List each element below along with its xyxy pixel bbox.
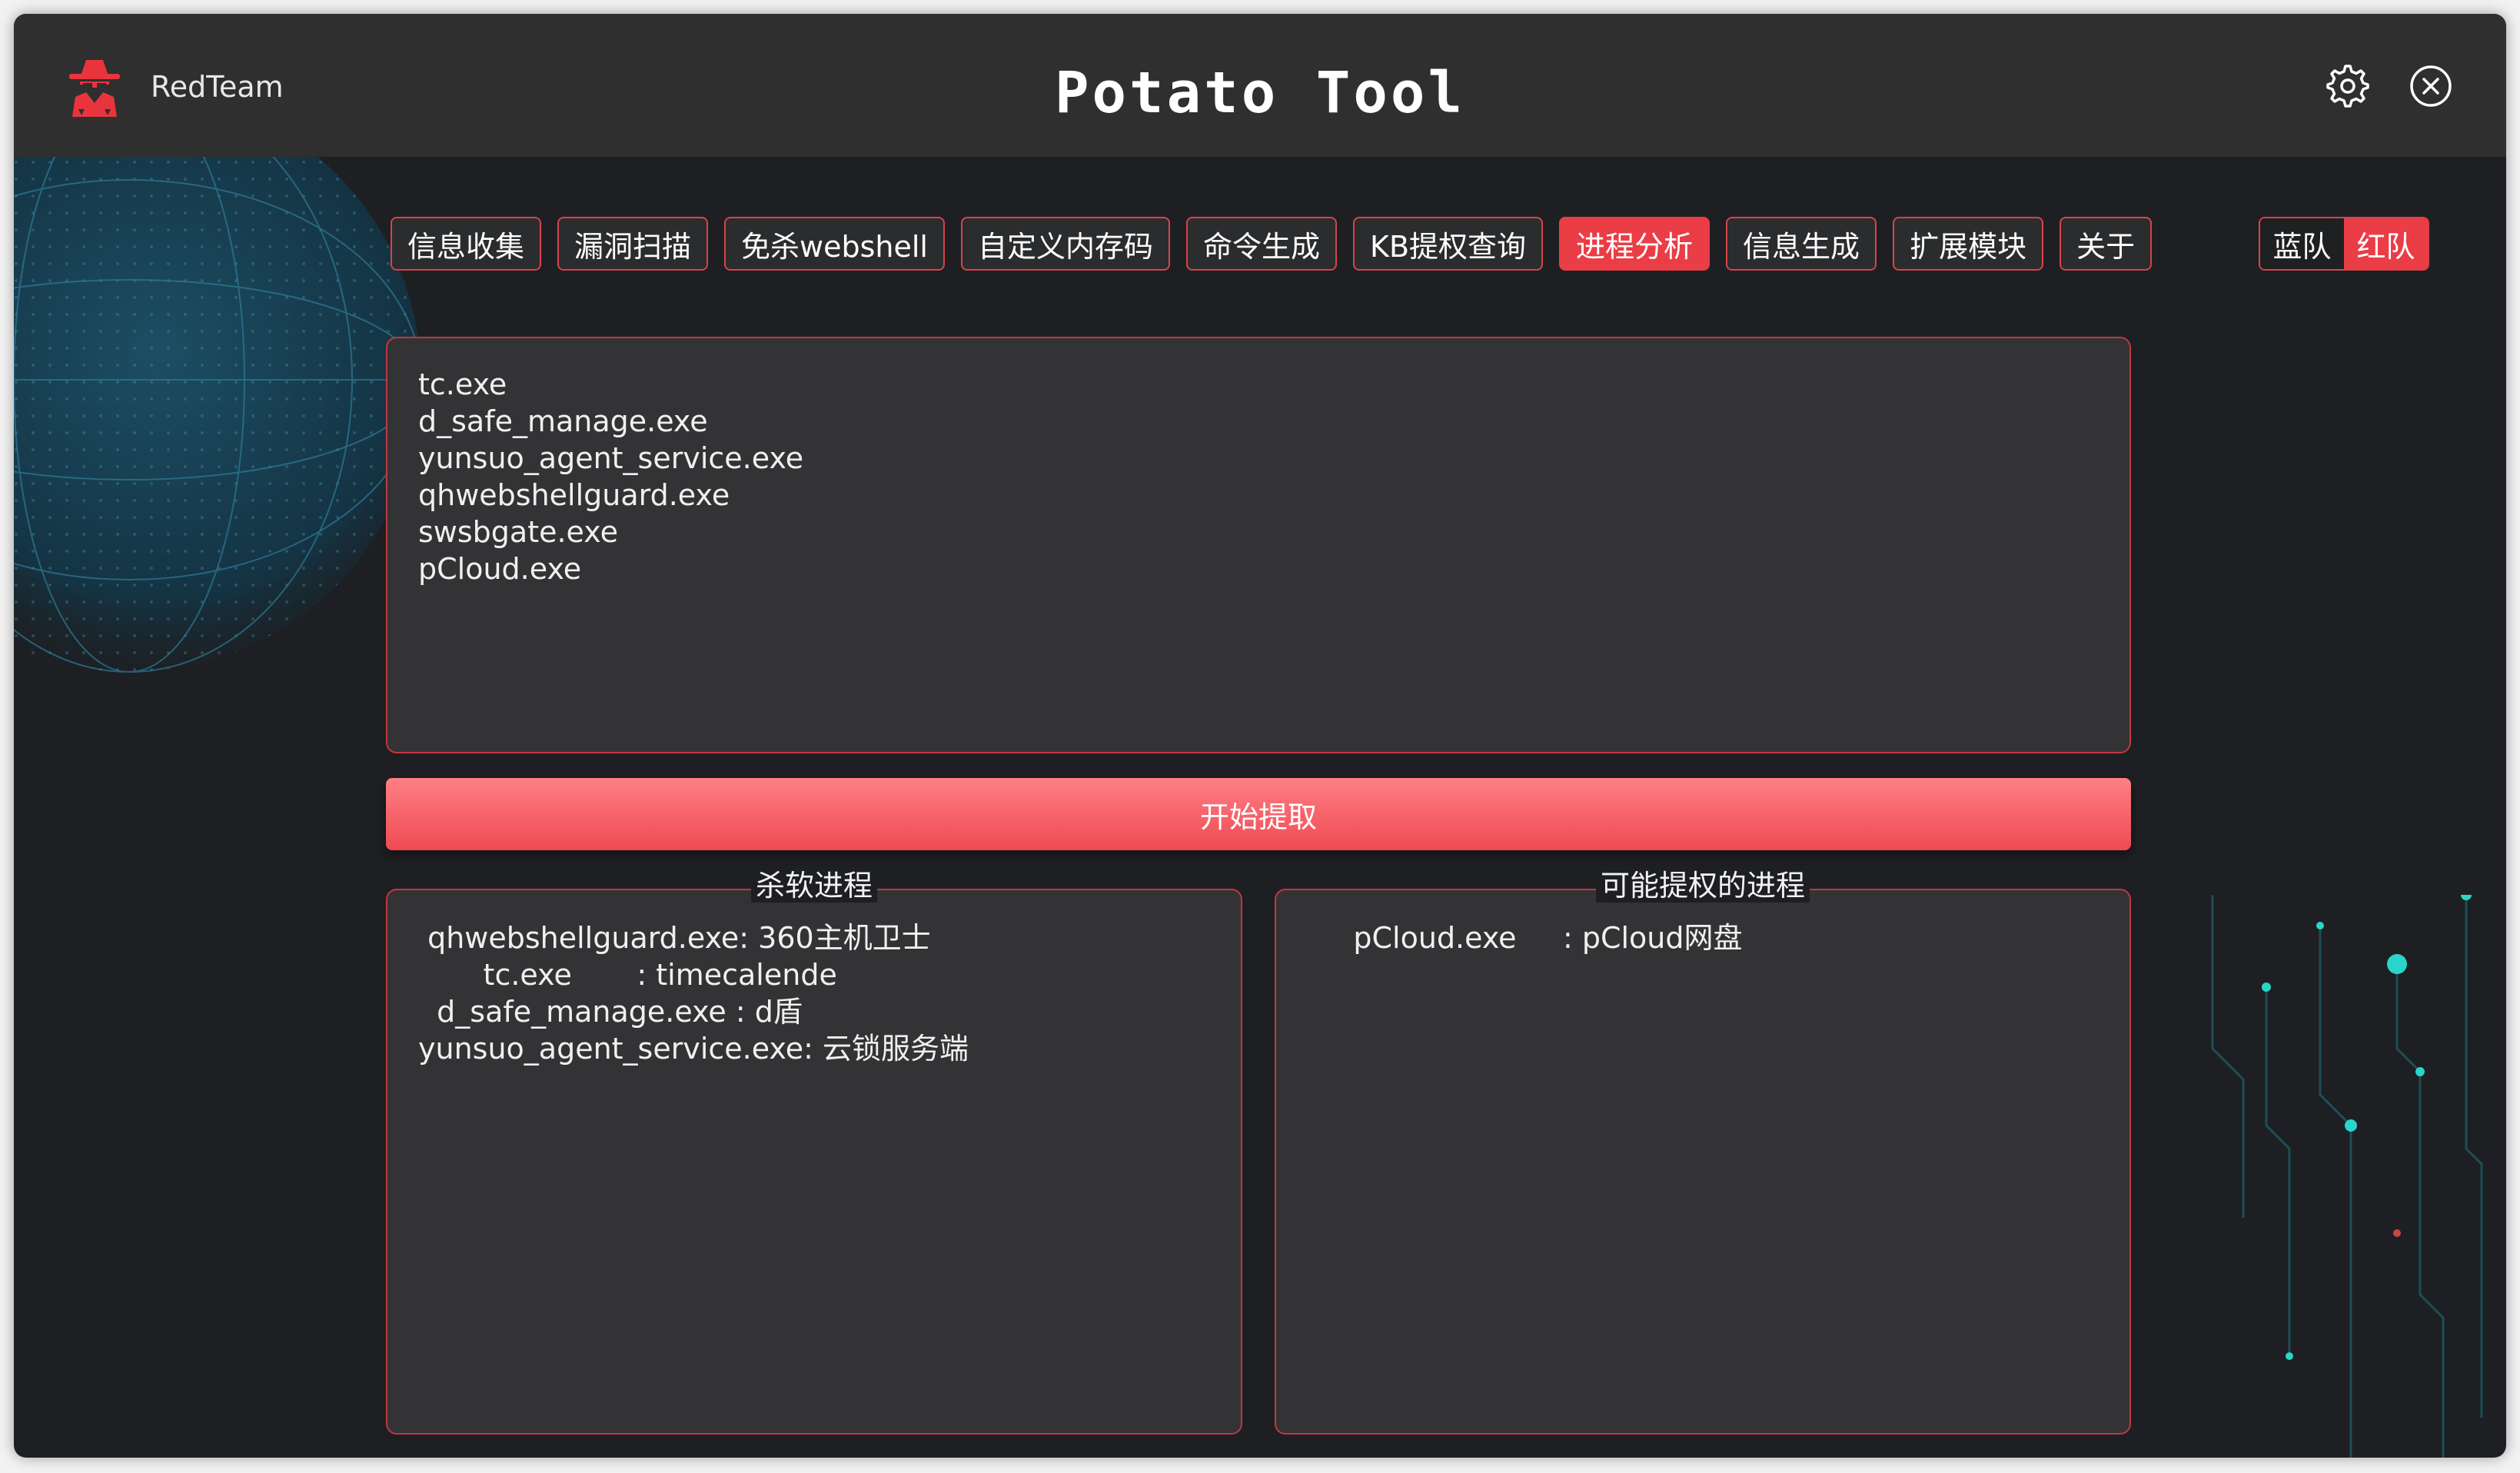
- tab-kb-privesc[interactable]: KB提权查询: [1353, 217, 1544, 271]
- process-line: pCloud.exe: [418, 552, 582, 586]
- circuit-background-decoration: [2211, 895, 2483, 1458]
- tab-webshell-evasion[interactable]: 免杀webshell: [724, 217, 945, 271]
- app-title: Potato Tool: [1054, 60, 1466, 126]
- tab-command-gen[interactable]: 命令生成: [1186, 217, 1338, 271]
- process-line: tc.exe: [418, 367, 507, 401]
- tab-custom-memshell[interactable]: 自定义内存码: [961, 217, 1171, 271]
- result-line: tc.exe : timecalende: [418, 958, 837, 992]
- team-toggle: 蓝队 红队: [2259, 217, 2429, 271]
- start-extract-button[interactable]: 开始提取: [386, 778, 2131, 850]
- gear-icon: [2326, 65, 2369, 108]
- globe-background-decoration: [14, 157, 421, 673]
- title-bar[interactable]: RedTeam Potato Tool: [14, 14, 2506, 157]
- close-button[interactable]: [2408, 63, 2454, 109]
- tab-extensions[interactable]: 扩展模块: [1893, 217, 2044, 271]
- av-process-panel[interactable]: 杀软进程 qhwebshellguard.exe: 360主机卫士 tc.exe…: [386, 869, 1242, 1435]
- app-window: RedTeam Potato Tool 信息收集 漏洞扫描 免杀webshell…: [14, 14, 2506, 1458]
- team-option-blue[interactable]: 蓝队: [2260, 218, 2344, 269]
- tab-about[interactable]: 关于: [2060, 217, 2153, 271]
- av-process-results: qhwebshellguard.exe: 360主机卫士 tc.exe : ti…: [418, 919, 969, 1067]
- process-list-input[interactable]: tc.exe d_safe_manage.exe yunsuo_agent_se…: [386, 337, 2131, 753]
- process-line: qhwebshellguard.exe: [418, 478, 730, 512]
- result-line: yunsuo_agent_service.exe: 云锁服务端: [418, 1032, 969, 1066]
- privesc-process-title: 可能提权的进程: [1276, 867, 2129, 904]
- av-process-title: 杀软进程: [387, 867, 1241, 904]
- close-circle-icon: [2410, 65, 2452, 107]
- settings-button[interactable]: [2325, 63, 2371, 109]
- result-line: qhwebshellguard.exe: 360主机卫士: [418, 921, 931, 955]
- module-tabs: 信息收集 漏洞扫描 免杀webshell 自定义内存码 命令生成 KB提权查询 …: [391, 217, 2153, 272]
- privesc-process-results: pCloud.exe : pCloud网盘: [1307, 919, 1743, 956]
- result-line: pCloud.exe : pCloud网盘: [1307, 921, 1743, 955]
- team-option-red[interactable]: 红队: [2344, 218, 2428, 269]
- tab-vuln-scan[interactable]: 漏洞扫描: [557, 217, 709, 271]
- tab-process-analysis[interactable]: 进程分析: [1559, 217, 1710, 271]
- tab-info-gen[interactable]: 信息生成: [1726, 217, 1877, 271]
- result-line: d_safe_manage.exe : d盾: [418, 995, 803, 1029]
- process-line: yunsuo_agent_service.exe: [418, 441, 804, 475]
- tab-info-gathering[interactable]: 信息收集: [391, 217, 542, 271]
- main-content: 信息收集 漏洞扫描 免杀webshell 自定义内存码 命令生成 KB提权查询 …: [14, 157, 2506, 1458]
- privesc-process-panel[interactable]: 可能提权的进程 pCloud.exe : pCloud网盘: [1275, 869, 2131, 1435]
- process-line: d_safe_manage.exe: [418, 404, 708, 438]
- process-line: swsbgate.exe: [418, 515, 618, 549]
